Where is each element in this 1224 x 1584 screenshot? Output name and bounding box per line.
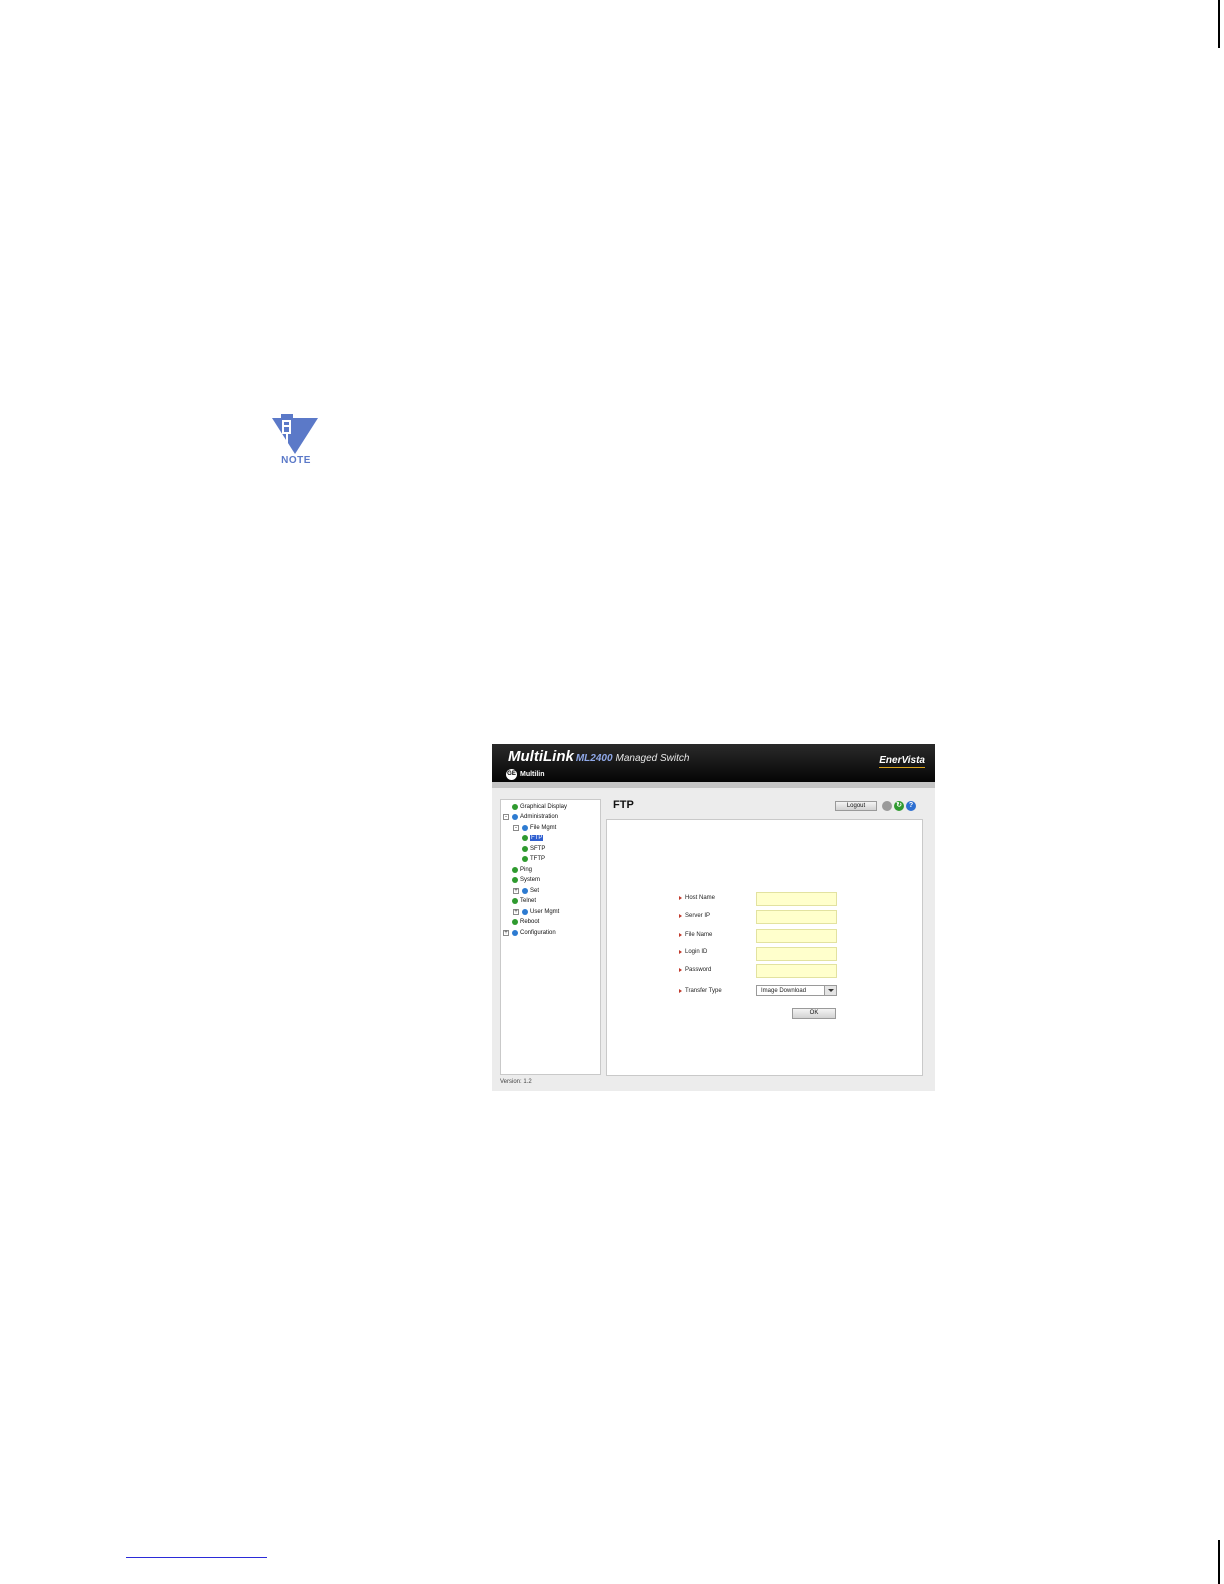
expand-icon[interactable]: +: [513, 909, 519, 915]
sidebar-item-ping[interactable]: Ping: [512, 865, 532, 875]
note-label: NOTE: [281, 455, 311, 466]
sidebar-tree: Graphical Display - Administration - File Mg…: [500, 799, 601, 1075]
page-bullet-icon: [522, 856, 528, 862]
footer-link-underline[interactable]: [126, 1557, 267, 1558]
host-name-input[interactable]: [756, 892, 837, 906]
transfer-type-value: Image Download: [761, 987, 807, 994]
brand-product: Managed Switch: [615, 753, 690, 764]
app-screenshot: MultiLink ML2400 Managed Switch GE Multili…: [492, 744, 935, 1091]
sidebar-item-set[interactable]: + Set: [513, 886, 539, 896]
help-icon[interactable]: ?: [906, 801, 916, 811]
page-bullet-icon: [512, 898, 518, 904]
brand-name: MultiLink: [508, 748, 574, 765]
sidebar-item-user-mgmt[interactable]: + User Mgmt: [513, 907, 559, 917]
folder-bullet-icon: [522, 825, 528, 831]
chevron-down-icon[interactable]: [824, 986, 836, 995]
enervista-logo: EnerVista: [879, 755, 925, 768]
app-header: MultiLink ML2400 Managed Switch GE Multili…: [492, 744, 935, 782]
note-icon: NOTE: [272, 414, 320, 466]
sidebar-item-label: Graphical Display: [520, 804, 568, 810]
refresh-icon[interactable]: ↻: [894, 801, 904, 811]
page-bullet-icon: [512, 919, 518, 925]
password-label: Password: [679, 967, 711, 973]
sidebar-item-tftp[interactable]: TFTP: [522, 854, 545, 864]
header-strip: [492, 782, 935, 788]
sidebar-item-reboot[interactable]: Reboot: [512, 917, 539, 927]
folder-bullet-icon: [522, 888, 528, 894]
file-name-label: File Name: [679, 932, 712, 938]
brand-title: MultiLink ML2400 Managed Switch: [508, 748, 689, 765]
ge-logo-icon: GE: [506, 768, 517, 780]
sidebar-item-telnet[interactable]: Telnet: [512, 896, 536, 906]
ok-button[interactable]: OK: [792, 1008, 836, 1019]
sidebar-item-label: Telnet: [520, 898, 537, 904]
page-edge-rule-bottom: [1218, 1540, 1220, 1584]
logout-button[interactable]: Logout: [835, 801, 877, 811]
page-bullet-icon: [522, 835, 528, 841]
page-bullet-icon: [512, 867, 518, 873]
page-title: FTP: [613, 799, 634, 811]
password-input[interactable]: [756, 964, 837, 978]
server-ip-input[interactable]: [756, 910, 837, 924]
sidebar-item-label: TFTP: [530, 856, 545, 862]
folder-bullet-icon: [512, 930, 518, 936]
sidebar-item-label: Configuration: [520, 930, 556, 936]
sidebar-item-graphical-display[interactable]: Graphical Display: [512, 802, 567, 812]
sidebar-item-sftp[interactable]: SFTP: [522, 844, 545, 854]
folder-bullet-icon: [512, 814, 518, 820]
sidebar-item-label: SFTP: [530, 846, 546, 852]
expand-icon[interactable]: +: [503, 930, 509, 936]
sidebar-item-configuration[interactable]: + Configuration: [503, 928, 556, 938]
page-bullet-icon: [512, 877, 518, 883]
sidebar-item-administration[interactable]: - Administration: [503, 812, 558, 822]
sidebar-item-label: File Mgmt: [530, 825, 557, 831]
sidebar-item-ftp[interactable]: FTP: [522, 833, 544, 843]
folder-bullet-icon: [522, 909, 528, 915]
collapse-icon[interactable]: -: [513, 825, 519, 831]
brand-sub-text: Multilin: [520, 770, 545, 778]
sidebar-item-label: Set: [530, 888, 540, 894]
sidebar-item-file-mgmt[interactable]: - File Mgmt: [513, 823, 556, 833]
page-bullet-icon: [512, 804, 518, 810]
sidebar-item-label: Administration: [520, 814, 559, 820]
page-edge-rule-top: [1218, 0, 1220, 48]
sidebar-item-label: Ping: [520, 867, 533, 873]
save-icon[interactable]: [882, 801, 892, 811]
sidebar-item-label: FTP: [530, 835, 544, 841]
sidebar-item-label: User Mgmt: [530, 909, 560, 915]
host-name-label: Host Name: [679, 895, 715, 901]
transfer-type-select[interactable]: Image Download: [756, 985, 837, 996]
collapse-icon[interactable]: -: [503, 814, 509, 820]
sidebar-item-label: Reboot: [520, 919, 540, 925]
brand-model: ML2400: [575, 753, 613, 764]
page-bullet-icon: [522, 846, 528, 852]
server-ip-label: Server IP: [679, 913, 710, 919]
login-id-label: Login ID: [679, 949, 707, 955]
expand-icon[interactable]: +: [513, 888, 519, 894]
login-id-input[interactable]: [756, 947, 837, 961]
sidebar-item-system[interactable]: System: [512, 875, 540, 885]
version-text: Version: 1.2: [500, 1079, 532, 1085]
sidebar-item-label: System: [520, 877, 541, 883]
file-name-input[interactable]: [756, 929, 837, 943]
brand-sub: GE Multilin: [506, 768, 545, 780]
transfer-type-label: Transfer Type: [679, 988, 722, 994]
